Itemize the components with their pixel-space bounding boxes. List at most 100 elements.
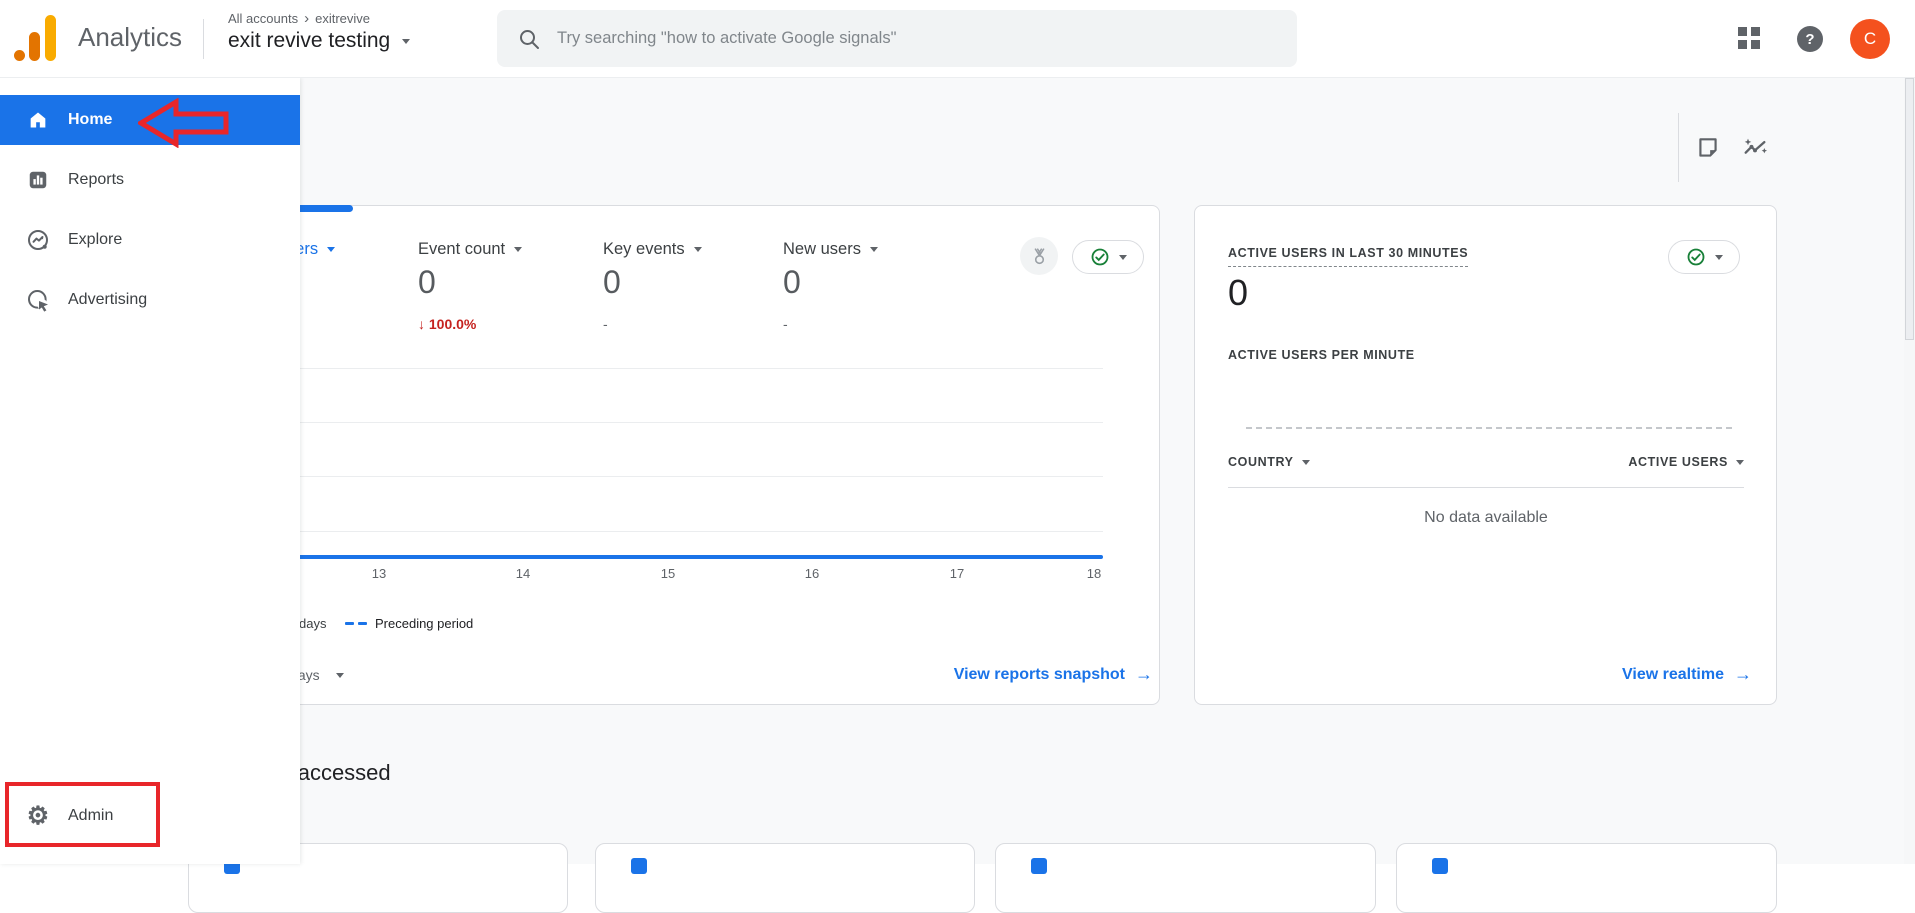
chevron-down-icon	[1302, 460, 1310, 465]
x-axis-tick: 16	[792, 566, 832, 581]
chevron-down-icon	[870, 247, 878, 252]
chart-gridline	[218, 476, 1103, 477]
scrollbar-track	[1904, 78, 1915, 864]
chart-series-line	[218, 555, 1103, 559]
gear-icon: ⚙	[26, 804, 50, 828]
chevron-down-icon	[1119, 255, 1127, 260]
realtime-sparkline-baseline	[1246, 427, 1732, 429]
realtime-active-users-value: 0	[1228, 272, 1248, 314]
chevron-down-icon	[327, 247, 335, 252]
country-column-label: COUNTRY	[1228, 455, 1294, 469]
metric-event-count-value: 0	[418, 264, 436, 301]
sidebar-item-reports[interactable]: Reports	[0, 155, 300, 205]
active-users-column-label: ACTIVE USERS	[1628, 455, 1728, 469]
metric-event-count[interactable]: Event count	[418, 240, 522, 259]
report-icon	[1432, 858, 1448, 874]
advertising-icon	[26, 288, 50, 312]
benchmark-medal-icon[interactable]	[1020, 237, 1058, 275]
recent-card[interactable]	[995, 843, 1376, 913]
report-icon	[631, 858, 647, 874]
realtime-empty-message: No data available	[1228, 509, 1744, 527]
metric-new-users-label: New users	[783, 240, 861, 259]
chart-gridline	[218, 368, 1103, 369]
search-icon	[517, 27, 541, 51]
chevron-down-icon	[402, 39, 410, 44]
view-realtime-link[interactable]: View realtime →	[1622, 664, 1752, 685]
recent-card[interactable]	[595, 843, 975, 913]
medal-icon-svg	[1029, 246, 1050, 267]
x-axis-tick: 14	[503, 566, 543, 581]
sidebar-item-label: Explore	[68, 231, 122, 249]
view-realtime-label: View realtime	[1622, 666, 1724, 684]
chevron-right-icon: ›	[304, 10, 309, 27]
realtime-col-country[interactable]: COUNTRY	[1228, 455, 1310, 469]
avatar[interactable]: C	[1850, 19, 1890, 59]
breadcrumb-root[interactable]: All accounts	[228, 11, 298, 26]
sidebar-item-advertising[interactable]: Advertising	[0, 275, 300, 325]
chart-gridline	[218, 531, 1103, 532]
x-axis-tick: 18	[1074, 566, 1114, 581]
analytics-logo-icon[interactable]	[14, 15, 56, 61]
chevron-down-icon	[336, 673, 344, 678]
header-divider	[203, 19, 204, 59]
view-reports-snapshot-link[interactable]: View reports snapshot →	[954, 664, 1153, 685]
x-axis-tick: 17	[937, 566, 977, 581]
recent-card[interactable]	[1396, 843, 1777, 913]
help-icon[interactable]: ?	[1797, 26, 1823, 52]
insights-icon[interactable]	[1738, 131, 1772, 165]
legend-dash-swatch	[345, 622, 354, 625]
metric-key-events-delta: -	[603, 316, 608, 332]
chevron-down-icon	[694, 247, 702, 252]
delta-value: 100.0%	[429, 316, 476, 332]
arrow-right-icon: →	[1135, 664, 1153, 685]
metric-new-users[interactable]: New users	[783, 240, 878, 259]
realtime-data-quality-dropdown[interactable]	[1668, 240, 1740, 274]
scrollbar-thumb[interactable]	[1905, 78, 1914, 340]
sidebar-item-admin[interactable]: ⚙ Admin	[0, 791, 300, 841]
check-circle-icon	[1686, 247, 1706, 267]
metric-key-events[interactable]: Key events	[603, 240, 702, 259]
chevron-down-icon	[1715, 255, 1723, 260]
x-axis-tick: 13	[359, 566, 399, 581]
metric-event-count-label: Event count	[418, 240, 505, 259]
product-name: Analytics	[78, 22, 182, 53]
data-quality-dropdown[interactable]	[1072, 240, 1144, 274]
sidebar-item-label: Admin	[68, 807, 113, 825]
realtime-per-minute-label: ACTIVE USERS PER MINUTE	[1228, 348, 1415, 362]
arrow-down-icon: ↓	[418, 316, 425, 332]
arrow-right-icon: →	[1734, 664, 1752, 685]
notes-icon-svg	[1695, 135, 1721, 161]
sidebar-item-home[interactable]: Home	[0, 95, 300, 145]
legend-dash-swatch	[358, 622, 367, 625]
report-icon	[1031, 858, 1047, 874]
reports-icon	[26, 168, 50, 192]
sidebar-item-explore[interactable]: Explore	[0, 215, 300, 265]
property-switcher[interactable]: exit revive testing	[228, 29, 410, 53]
legend-preceding-period: Preceding period	[345, 616, 473, 631]
notes-icon[interactable]	[1691, 131, 1725, 165]
view-reports-snapshot-label: View reports snapshot	[954, 666, 1125, 684]
breadcrumb-account[interactable]: exitrevive	[315, 11, 370, 26]
app-header: Analytics All accounts › exitrevive exit…	[0, 0, 1915, 78]
realtime-table-divider	[1228, 487, 1744, 488]
sidebar-item-label: Reports	[68, 171, 124, 189]
check-circle-icon	[1090, 247, 1110, 267]
metric-new-users-value: 0	[783, 264, 801, 301]
home-icon	[26, 108, 50, 132]
chevron-down-icon	[1736, 460, 1744, 465]
realtime-col-active-users[interactable]: ACTIVE USERS	[1628, 455, 1744, 469]
insights-icon-svg	[1741, 134, 1769, 162]
search-bar[interactable]	[497, 10, 1297, 67]
overview-card	[185, 205, 1160, 705]
realtime-title: ACTIVE USERS IN LAST 30 MINUTES	[1228, 246, 1468, 267]
navigation-sidebar: Home Reports Explore	[0, 78, 300, 864]
sidebar-item-label: Home	[68, 111, 112, 129]
apps-grid-icon[interactable]	[1738, 27, 1762, 51]
metric-event-count-delta: ↓ 100.0%	[418, 316, 476, 332]
property-name: exit revive testing	[228, 29, 390, 53]
search-input[interactable]	[557, 29, 1277, 48]
metric-key-events-label: Key events	[603, 240, 685, 259]
metric-key-events-value: 0	[603, 264, 621, 301]
breadcrumb[interactable]: All accounts › exitrevive	[228, 10, 370, 27]
metric-new-users-delta: -	[783, 316, 788, 332]
